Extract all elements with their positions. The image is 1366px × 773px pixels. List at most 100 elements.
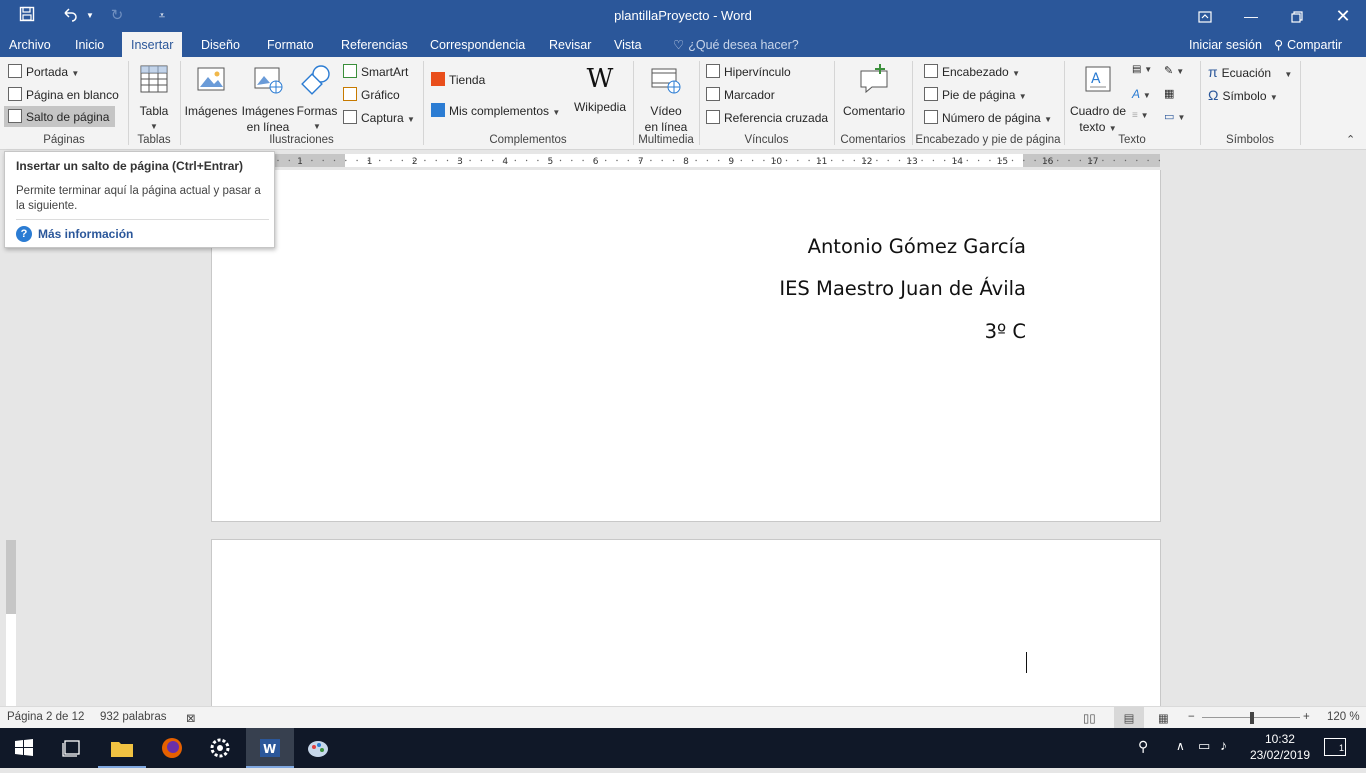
video-linea-button[interactable]: Vídeo en línea xyxy=(639,63,693,135)
tab-revisar[interactable]: Revisar xyxy=(540,32,600,57)
document-area[interactable]: Antonio Gómez García IES Maestro Juan de… xyxy=(0,170,1366,706)
tab-correspondencia[interactable]: Correspondencia xyxy=(421,32,534,57)
system-clock[interactable]: 10:32 23/02/2019 xyxy=(1250,731,1310,763)
referencia-cruzada-button[interactable]: Referencia cruzada xyxy=(706,110,828,125)
pie-pagina-button[interactable]: Pie de página ▼ xyxy=(924,87,1027,102)
school-name[interactable]: IES Maestro Juan de Ávila xyxy=(779,277,1026,300)
date-time-icon[interactable]: ▦ xyxy=(1164,87,1174,100)
file-explorer-icon[interactable] xyxy=(98,728,146,768)
smartart-button[interactable]: SmartArt xyxy=(343,64,408,79)
wordart-icon[interactable]: A ▼ xyxy=(1132,87,1151,101)
chevron-down-icon: ▼ xyxy=(313,122,321,131)
formas-button[interactable]: Formas ▼ xyxy=(296,63,338,135)
proofing-icon[interactable]: ⊠ xyxy=(186,711,196,725)
tab-inicio[interactable]: Inicio xyxy=(66,32,113,57)
zoom-in-button[interactable]: + xyxy=(1303,711,1310,723)
imagenes-linea-button[interactable]: Imágenes en línea xyxy=(240,63,296,135)
web-layout-icon[interactable]: ▦ xyxy=(1158,711,1169,725)
minimize-button[interactable]: — xyxy=(1228,0,1274,32)
tab-archivo[interactable]: Archivo xyxy=(0,32,60,57)
people-icon[interactable]: ⚲ xyxy=(1138,738,1148,755)
task-view-icon[interactable] xyxy=(48,728,96,768)
encabezado-button[interactable]: Encabezado ▼ xyxy=(924,64,1020,79)
page-1[interactable]: Antonio Gómez García IES Maestro Juan de… xyxy=(211,170,1161,522)
print-layout-icon[interactable]: ▤ xyxy=(1114,707,1144,728)
tab-referencias[interactable]: Referencias xyxy=(332,32,417,57)
numero-pagina-button[interactable]: Número de página ▼ xyxy=(924,110,1052,125)
help-icon: ? xyxy=(16,226,32,242)
chevron-down-icon: ▼ xyxy=(1018,92,1027,101)
ruler-dot xyxy=(322,159,324,162)
class-group[interactable]: 3º C xyxy=(985,320,1026,343)
restore-button[interactable] xyxy=(1274,0,1320,32)
close-button[interactable]: ✕ xyxy=(1320,0,1366,32)
wikipedia-icon: W xyxy=(586,64,614,94)
zoom-level[interactable]: 120 % xyxy=(1327,711,1360,723)
object-icon[interactable]: ▭ ▼ xyxy=(1164,110,1185,123)
ruler-dot xyxy=(1057,159,1059,162)
notifications-icon[interactable]: 1 xyxy=(1324,738,1346,756)
signature-line-icon[interactable]: ✎ ▼ xyxy=(1164,64,1184,77)
page-count[interactable]: Página 2 de 12 xyxy=(7,711,84,723)
chevron-up-icon[interactable]: ∧ xyxy=(1176,739,1185,753)
network-icon[interactable]: ▭ xyxy=(1198,738,1210,754)
simbolo-label: Símbolo xyxy=(1222,89,1267,103)
ribbon-display-options-icon[interactable] xyxy=(1182,0,1228,32)
tab-vista[interactable]: Vista xyxy=(605,32,651,57)
ruler-dot xyxy=(503,159,505,162)
group-separator xyxy=(180,61,181,145)
portada-button[interactable]: Portada ▼ xyxy=(8,64,79,79)
simbolo-button[interactable]: Ω Símbolo ▼ xyxy=(1208,87,1278,103)
mis-complementos-button[interactable]: Mis complementos ▼ xyxy=(431,103,560,118)
chevron-down-icon: ▼ xyxy=(552,108,561,117)
word-taskbar-icon[interactable]: W xyxy=(246,728,294,768)
bookmark-icon xyxy=(706,87,720,101)
captura-button[interactable]: Captura ▼ xyxy=(343,110,415,125)
ruler-dot xyxy=(887,159,889,162)
page-2[interactable] xyxy=(211,539,1161,706)
vertical-ruler[interactable] xyxy=(6,540,16,706)
pagina-blanco-button[interactable]: Página en blanco xyxy=(8,87,119,102)
collapse-ribbon-icon[interactable]: ⌃ xyxy=(1346,133,1355,146)
salto-pagina-button[interactable]: Salto de página xyxy=(4,106,116,127)
firefox-icon[interactable] xyxy=(148,728,196,768)
tab-formato[interactable]: Formato xyxy=(258,32,323,57)
grafico-button[interactable]: Gráfico xyxy=(343,87,400,102)
drop-cap-icon[interactable]: ≡ ▼ xyxy=(1132,110,1149,121)
tabla-button[interactable]: Tabla ▼ xyxy=(133,63,175,135)
ruler-dot xyxy=(548,159,550,162)
horizontal-ruler[interactable]: 1 1 2 3 4 5 6 7 8 9 10 11 12 13 14 15 16 17 xyxy=(275,154,1160,167)
hipervinculo-label: Hipervínculo xyxy=(724,65,791,79)
zoom-out-button[interactable]: − xyxy=(1188,711,1195,723)
cuadro-texto-button[interactable]: A Cuadro de texto ▼ xyxy=(1068,63,1128,137)
sign-in-link[interactable]: Iniciar sesión xyxy=(1180,32,1271,57)
tab-diseno[interactable]: Diseño xyxy=(192,32,249,57)
author-name[interactable]: Antonio Gómez García xyxy=(808,235,1026,258)
share-button[interactable]: ⚲ Compartir xyxy=(1265,32,1351,57)
tienda-button[interactable]: Tienda xyxy=(431,72,485,87)
smartart-label: SmartArt xyxy=(361,65,409,79)
zoom-slider-thumb[interactable] xyxy=(1250,712,1254,724)
comentario-button[interactable]: Comentario xyxy=(840,63,908,119)
quick-parts-icon[interactable]: ▤ ▼ xyxy=(1132,64,1152,75)
settings-gear-icon[interactable] xyxy=(196,728,244,768)
read-mode-icon[interactable]: ▯▯ xyxy=(1083,711,1096,725)
ruler-tick-label: 7 xyxy=(638,157,644,167)
tab-insertar[interactable]: Insertar xyxy=(122,32,183,57)
table-icon xyxy=(140,65,168,93)
word-count[interactable]: 932 palabras xyxy=(100,711,167,723)
hipervinculo-button[interactable]: Hipervínculo xyxy=(706,64,791,79)
group-separator xyxy=(912,61,913,145)
ruler-dot xyxy=(514,159,516,162)
tell-me-search[interactable]: ♡ ¿Qué desea hacer? xyxy=(664,32,808,57)
tooltip-more-info-link[interactable]: Más información xyxy=(38,227,133,241)
wikipedia-button[interactable]: W Wikipedia xyxy=(572,63,628,115)
ruler-dot xyxy=(853,159,855,162)
ecuacion-button[interactable]: π Ecuación ▼ xyxy=(1208,64,1292,80)
paint-icon[interactable] xyxy=(294,728,342,768)
volume-icon[interactable]: ♪ xyxy=(1220,737,1227,753)
start-button[interactable] xyxy=(0,728,48,768)
marcador-button[interactable]: Marcador xyxy=(706,87,775,102)
store-icon xyxy=(431,72,445,86)
imagenes-button[interactable]: Imágenes xyxy=(184,63,238,119)
